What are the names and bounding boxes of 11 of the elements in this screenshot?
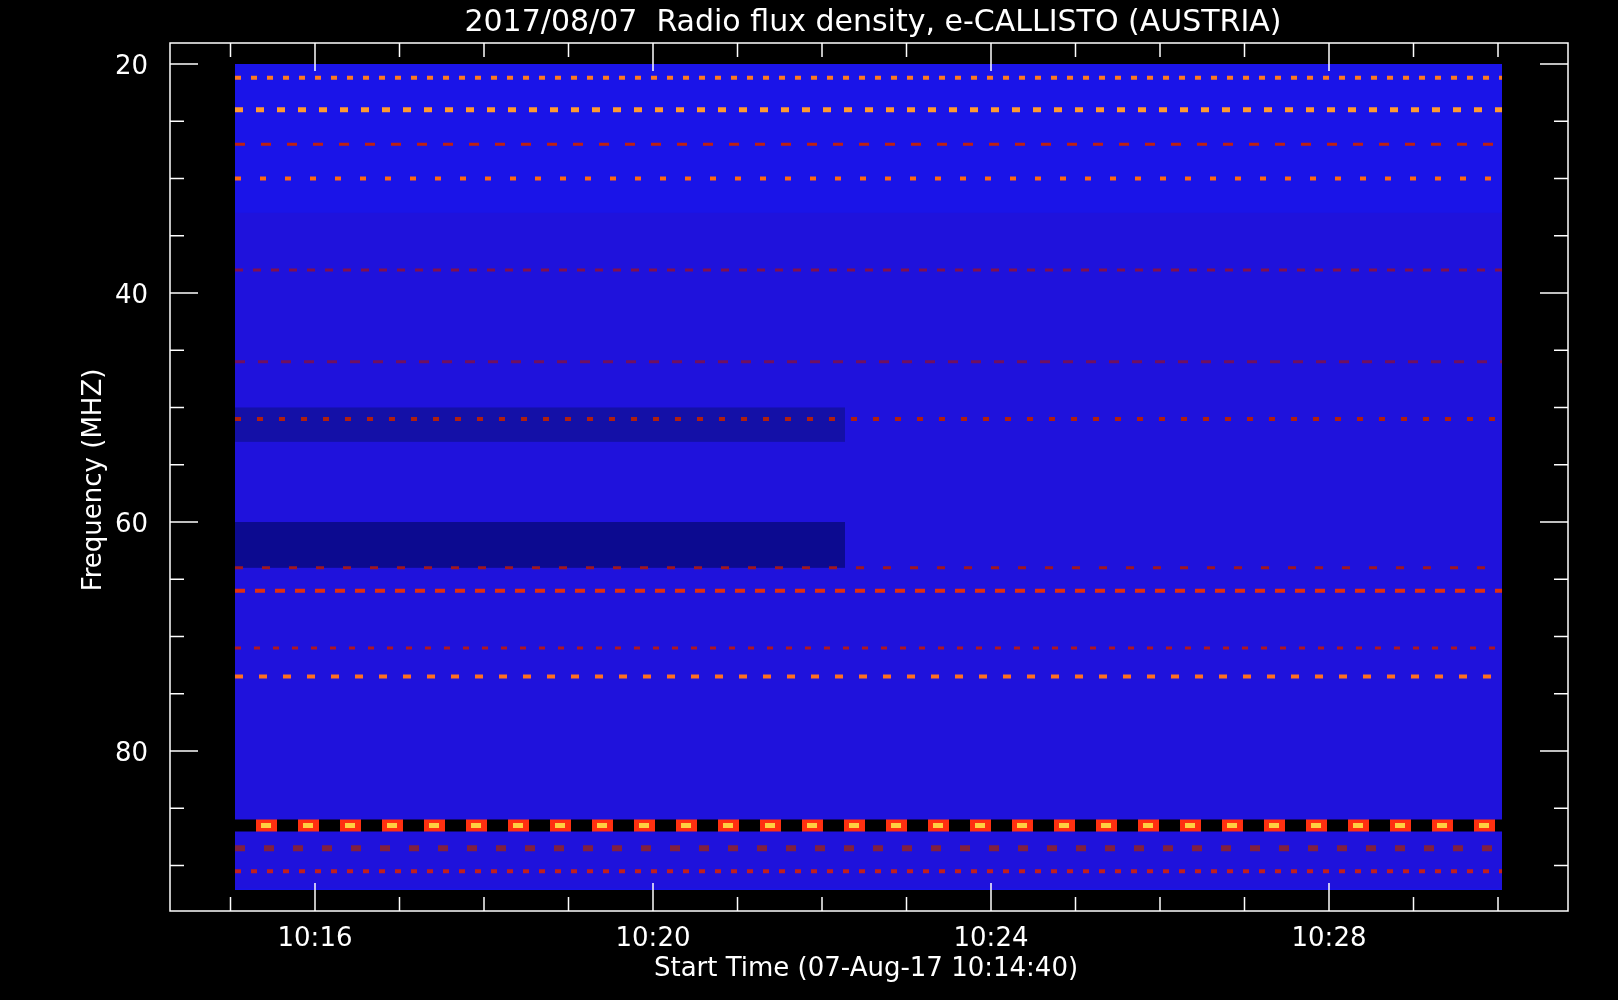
x-axis-label: Start Time (07-Aug-17 10:14:40)	[653, 952, 1079, 982]
x-tick-label: 10:16	[277, 922, 353, 952]
x-tick-label: 10:28	[1291, 922, 1367, 952]
y-tick-label: 40	[114, 279, 148, 309]
y-tick-label: 20	[114, 50, 148, 80]
y-axis-label: Frequency (MHZ)	[77, 368, 107, 592]
y-tick-label: 60	[114, 508, 148, 538]
y-tick-label: 80	[114, 737, 148, 767]
x-tick-label: 10:20	[615, 922, 691, 952]
chart-title: 2017/08/07 Radio flux density, e-CALLISTO (AUSTRIA)	[464, 3, 1282, 38]
x-tick-label: 10:24	[953, 922, 1029, 952]
